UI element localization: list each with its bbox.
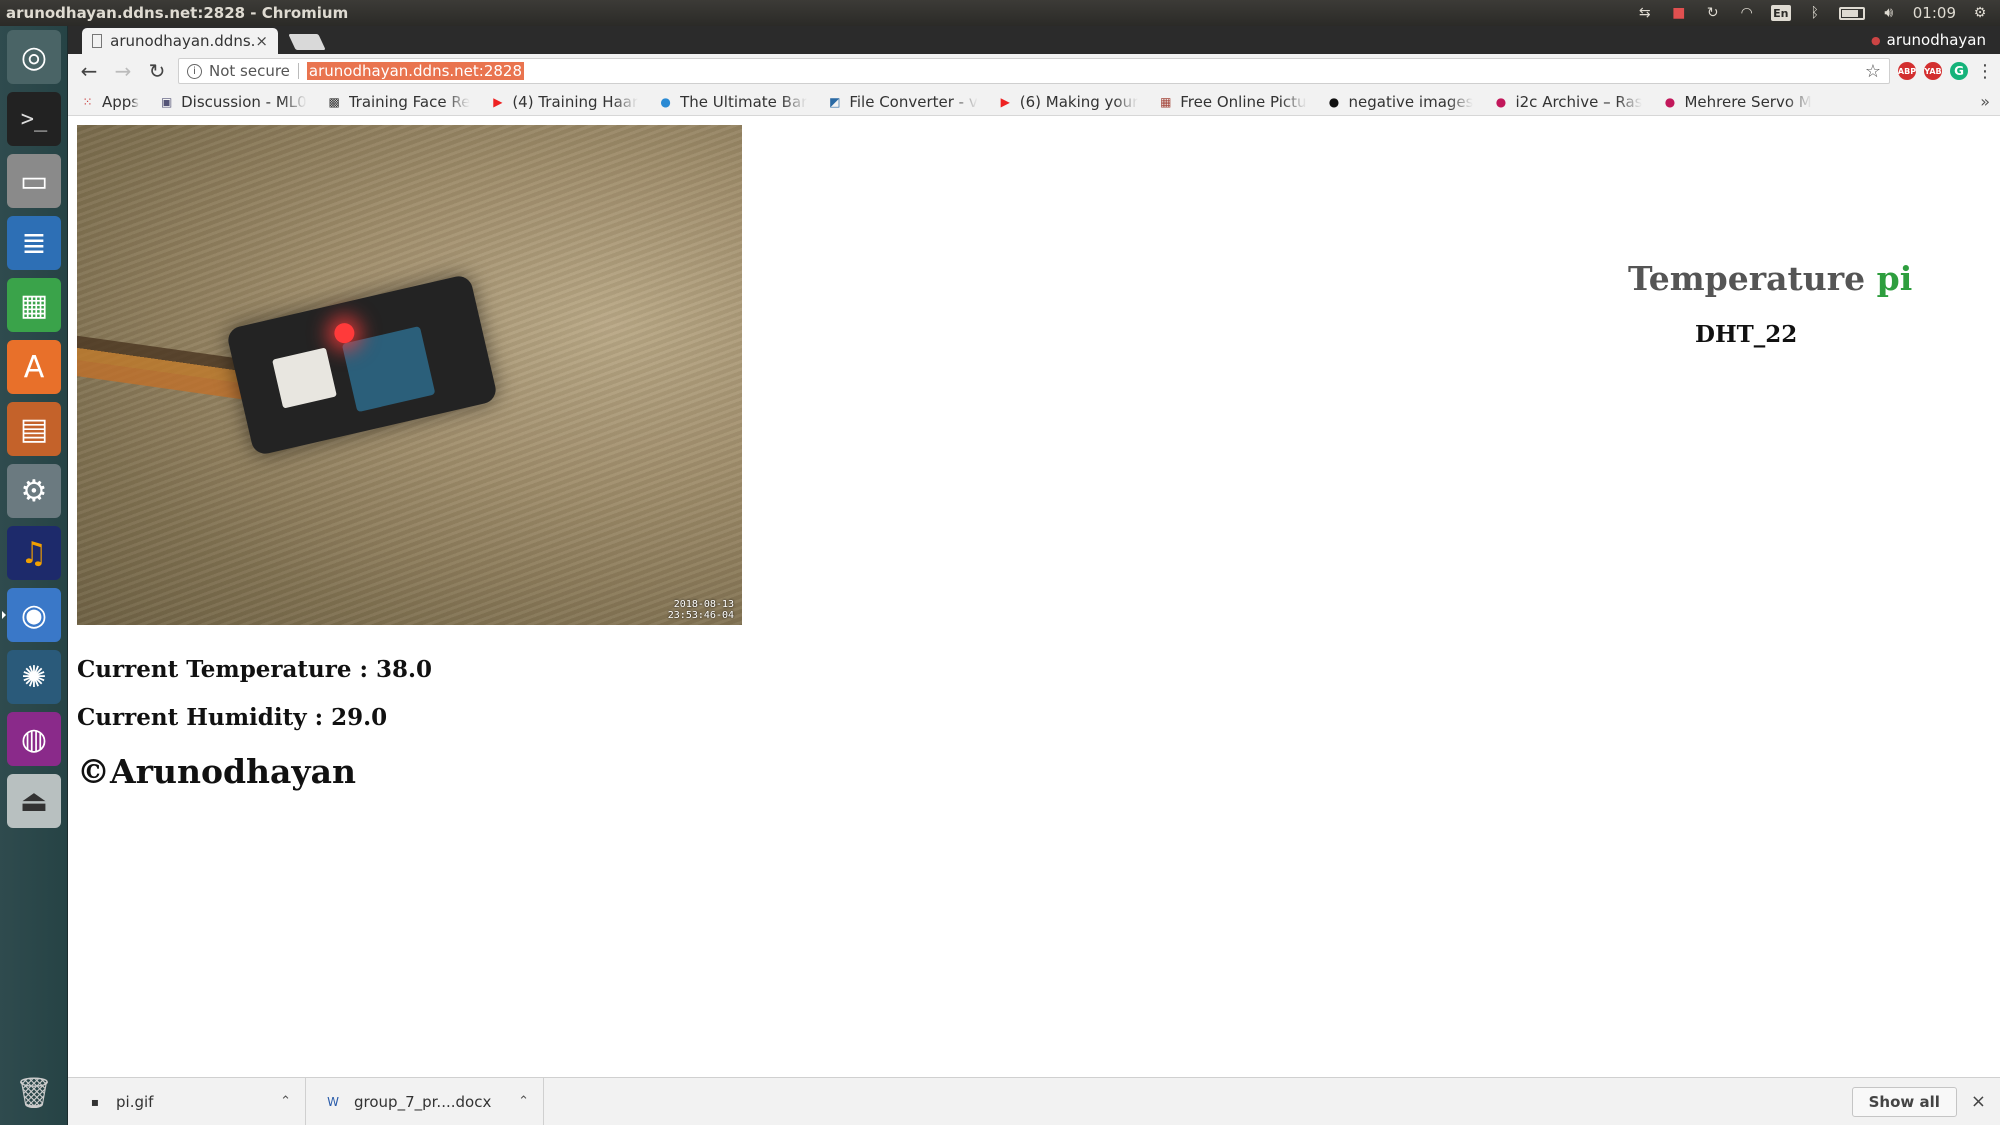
camera-timestamp: 2018-08-13 23:53:46-04 [667, 599, 734, 621]
system-tray: ⇆ ■ ↻ ◠ En ᛒ 🔊︎ 01:09 ⚙ [1635, 4, 2000, 22]
writer-icon[interactable]: ≣ [7, 216, 61, 270]
clock[interactable]: 01:09 [1913, 4, 1956, 22]
bookmark-item[interactable]: ▦ Free Online Pictu [1158, 93, 1306, 111]
show-all-downloads-button[interactable]: Show all [1851, 1086, 1957, 1117]
screen-record-icon[interactable]: ■ [1669, 5, 1689, 21]
page-title: Temperature pi [1628, 259, 1988, 298]
files-icon[interactable]: ▭ [7, 154, 61, 208]
webcam-app-icon[interactable]: ◍ [7, 712, 61, 766]
security-label: Not secure [209, 62, 290, 80]
keyboard-language-indicator[interactable]: En [1770, 5, 1791, 21]
chevron-up-icon[interactable]: ⌃ [280, 1094, 291, 1109]
grammarly-extension-icon[interactable]: G [1950, 62, 1968, 80]
adblock-extension-icon[interactable]: ABP [1898, 62, 1916, 80]
bookmark-apps[interactable]: ⁙ Apps [80, 93, 139, 111]
settings-gear-icon[interactable]: ⚙ [1970, 5, 1990, 21]
youtube-icon: ▶ [1000, 94, 1010, 109]
gif-file-icon: ▪ [90, 1094, 100, 1109]
software-center-icon[interactable]: A [7, 340, 61, 394]
browser-toolbar: ← → ↻ i Not secure arunodhayan.ddns.net:… [68, 54, 2000, 88]
tab-active[interactable]: arunodhayan.ddns. × [82, 28, 278, 54]
bookmark-item[interactable]: ● Mehrere Servo M [1662, 93, 1812, 111]
system-settings-icon[interactable]: ⚙ [7, 464, 61, 518]
page-content: 2018-08-13 23:53:46-04 Temperature pi DH… [68, 116, 2000, 1077]
bookmark-item[interactable]: ▣ Discussion - ML0 [159, 93, 307, 111]
image-sensor-grid [341, 326, 436, 413]
bookmark-item[interactable]: ▶ (4) Training Haar [490, 93, 638, 111]
shotwell-icon[interactable]: ✺ [7, 650, 61, 704]
battery-icon[interactable] [1838, 6, 1865, 20]
app-launcher: ◎ >_ ▭ ≣ ▦ A ▤ ⚙ ♫ ◉ ✺ ◍ ⏏ 🗑︎ [0, 26, 68, 1125]
bookmark-star-icon[interactable]: ☆ [1865, 61, 1881, 82]
address-bar[interactable]: i Not secure arunodhayan.ddns.net:2828 ☆ [178, 58, 1890, 84]
bookmarks-overflow-chevron-icon[interactable]: » [1980, 92, 1990, 111]
bookmark-item[interactable]: ◩ File Converter - v [827, 93, 978, 111]
yab-extension-icon[interactable]: YAB [1924, 62, 1942, 80]
sync-icon[interactable]: ↻ [1703, 5, 1723, 21]
volume-icon[interactable]: 🔊︎ [1879, 5, 1899, 21]
github-icon: ● [1328, 94, 1340, 109]
tab-strip: arunodhayan.ddns. × ● arunodhayan [68, 26, 2000, 54]
bluetooth-icon[interactable]: ᛒ [1805, 5, 1825, 21]
bookmarks-bar: ⁙ Apps ▣ Discussion - ML0 ▩ Training Fac… [68, 88, 2000, 116]
url-text[interactable]: arunodhayan.ddns.net:2828 [306, 62, 525, 80]
page-title-main: Temperature [1628, 259, 1866, 298]
tab-title: arunodhayan.ddns. [110, 32, 256, 50]
download-item[interactable]: ▪ pi.gif ⌃ [68, 1077, 306, 1125]
wifi-icon[interactable]: ◠ [1737, 5, 1757, 21]
close-download-shelf-icon[interactable]: × [1971, 1091, 1986, 1112]
current-humidity: Current Humidity : 29.0 [77, 704, 388, 731]
page-favicon-icon [92, 34, 103, 48]
current-temperature: Current Temperature : 38.0 [77, 656, 433, 683]
profile-chip[interactable]: ● arunodhayan [1871, 31, 1986, 49]
window-title: arunodhayan.ddns.net:2828 - Chromium [6, 4, 349, 22]
bookmark-item[interactable]: ● negative images [1327, 93, 1474, 111]
raspberry-icon: ● [1664, 94, 1676, 109]
pyimage-icon: ● [660, 94, 671, 109]
browser-menu-icon[interactable]: ⋮ [1976, 61, 1994, 82]
face-icon: ▩ [328, 94, 340, 109]
apps-grid-icon: ⁙ [82, 94, 93, 109]
tab-close-icon[interactable]: × [255, 32, 268, 50]
bookmark-item[interactable]: ● The Ultimate Bar [658, 93, 807, 111]
forward-arrow-icon[interactable]: → [110, 58, 136, 84]
bookmark-item[interactable]: ● i2c Archive – Ras [1493, 93, 1643, 111]
chevron-up-icon[interactable]: ⌃ [518, 1094, 529, 1109]
terminal-icon[interactable]: >_ [7, 92, 61, 146]
system-top-bar: arunodhayan.ddns.net:2828 - Chromium ⇆ ■… [0, 0, 2000, 26]
sensor-model-label: DHT_22 [1695, 321, 1798, 348]
browser-window: arunodhayan.ddns. × ● arunodhayan ← → ↻ … [68, 26, 2000, 1125]
impress-icon[interactable]: ▤ [7, 402, 61, 456]
picture-icon: ▦ [1160, 94, 1172, 109]
network-share-icon[interactable]: ⇆ [1635, 5, 1655, 21]
profile-name: arunodhayan [1886, 31, 1986, 49]
discussion-icon: ▣ [160, 94, 173, 109]
usb-drive-icon[interactable]: ⏏ [7, 774, 61, 828]
converter-icon: ◩ [829, 94, 841, 109]
audacity-icon[interactable]: ♫ [7, 526, 61, 580]
copyright-notice: ©Arunodhayan [77, 752, 356, 791]
raspberry-icon: ● [1495, 94, 1507, 109]
bookmark-item[interactable]: ▶ (6) Making your [998, 93, 1139, 111]
trash-icon[interactable]: 🗑︎ [7, 1066, 61, 1120]
camera-snapshot-image: 2018-08-13 23:53:46-04 [77, 125, 742, 625]
youtube-icon: ▶ [493, 94, 503, 109]
download-shelf: ▪ pi.gif ⌃ W group_7_pr....docx ⌃ Show a… [68, 1077, 2000, 1125]
calc-spreadsheet-icon[interactable]: ▦ [7, 278, 61, 332]
profile-status-icon: ● [1871, 33, 1881, 47]
download-item[interactable]: W group_7_pr....docx ⌃ [306, 1077, 544, 1125]
new-tab-button[interactable] [288, 34, 326, 50]
page-title-accent: pi [1876, 259, 1913, 298]
back-arrow-icon[interactable]: ← [76, 58, 102, 84]
bookmark-item[interactable]: ▩ Training Face Re [327, 93, 471, 111]
dash-home-icon[interactable]: ◎ [7, 30, 61, 84]
chromium-icon[interactable]: ◉ [2, 588, 61, 642]
word-doc-icon: W [327, 1094, 339, 1109]
reload-icon[interactable]: ↻ [144, 58, 170, 84]
info-icon[interactable]: i [187, 63, 202, 79]
address-separator [297, 63, 299, 79]
